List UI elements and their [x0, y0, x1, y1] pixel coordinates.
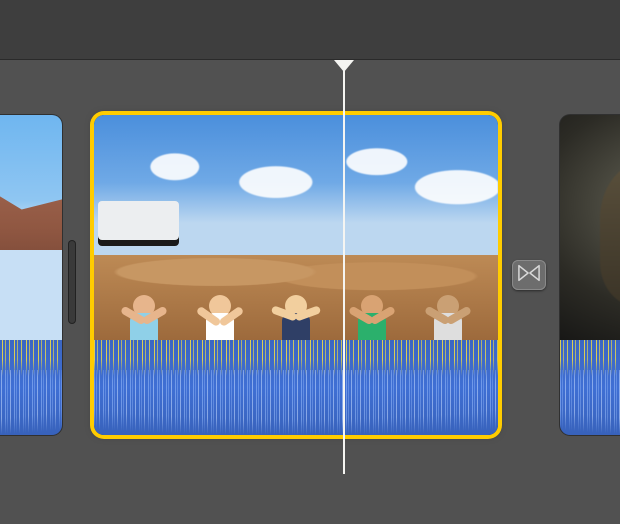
timeline[interactable]	[0, 60, 620, 524]
clip-audio-waveform[interactable]	[94, 340, 498, 435]
clip-thumbnail	[0, 115, 62, 340]
playhead-marker-icon[interactable]	[334, 60, 354, 72]
clip-right[interactable]	[560, 115, 620, 435]
clip-center[interactable]	[94, 115, 498, 435]
scroll-thumb[interactable]	[68, 240, 76, 324]
clip-thumbnail	[560, 115, 620, 340]
transition-cross-dissolve[interactable]	[512, 260, 546, 290]
clip-thumbnail	[94, 115, 498, 340]
toolbar	[0, 0, 620, 60]
cross-dissolve-icon	[518, 264, 540, 287]
clip-audio-waveform[interactable]	[0, 340, 62, 435]
clip-audio-waveform[interactable]	[560, 340, 620, 435]
clip-left[interactable]	[0, 115, 62, 435]
